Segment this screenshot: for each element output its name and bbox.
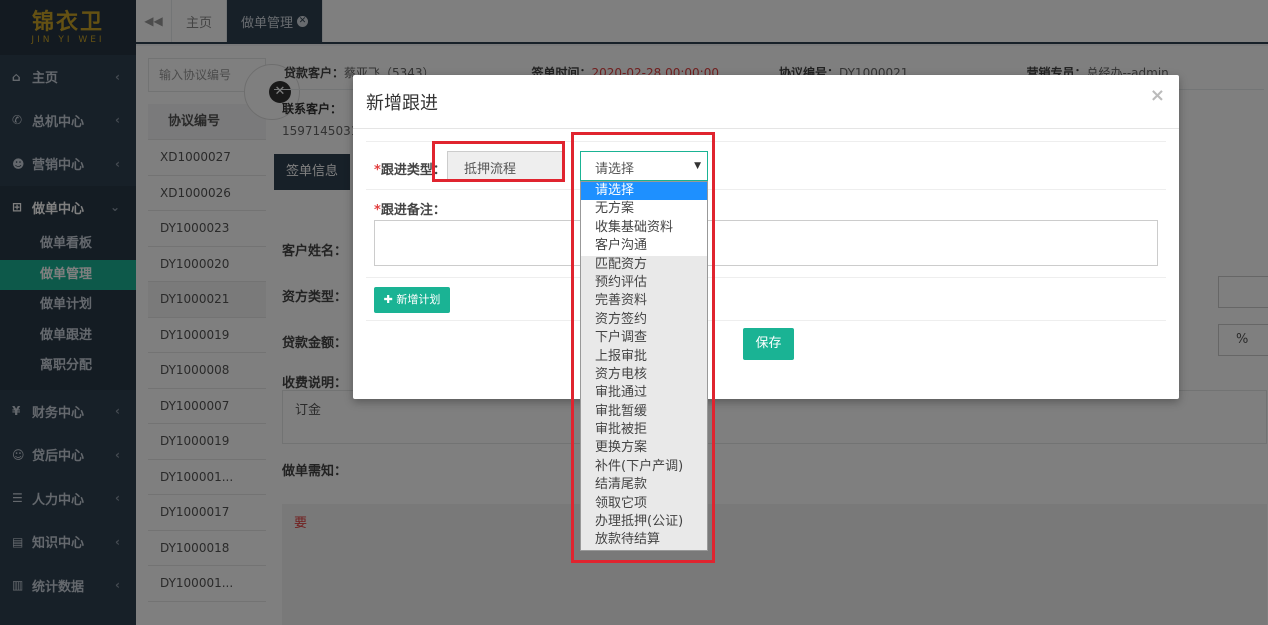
required-star: * (374, 163, 381, 178)
remark-textarea[interactable] (374, 220, 1158, 266)
save-button[interactable]: 保存 (743, 328, 794, 360)
remark-label: *跟进备注： (374, 199, 446, 218)
modal-title: 新增跟进 (366, 93, 438, 114)
add-plan-button[interactable]: ✚ 新增计划 (374, 287, 450, 313)
highlight-box-dropdown (571, 132, 715, 563)
divider (366, 277, 1166, 278)
required-star: * (374, 203, 381, 218)
divider (366, 189, 1166, 190)
close-icon[interactable]: × (1150, 85, 1165, 106)
modal-header: 新增跟进 × (353, 75, 1179, 129)
divider (366, 320, 1166, 321)
add-follow-modal: 新增跟进 × *跟进类型： 抵押流程 请选择 ▼ *跟进备注： ✚ 新增计划 保… (353, 75, 1179, 399)
remark-label-text: 跟进备注： (380, 203, 446, 218)
highlight-box-type (432, 141, 565, 182)
